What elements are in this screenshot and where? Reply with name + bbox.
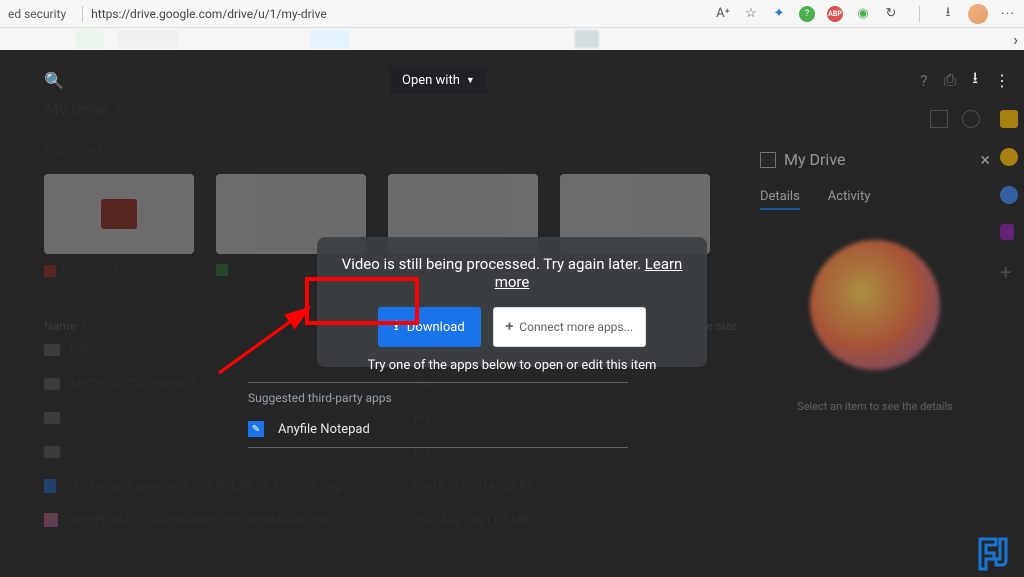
security-label: ed security xyxy=(8,7,66,21)
drive-icon xyxy=(760,152,776,168)
browser-address-bar: ed security https://drive.google.com/dri… xyxy=(0,0,1024,28)
add-app-icon[interactable]: + xyxy=(1000,260,1018,278)
tab-activity[interactable]: Activity xyxy=(828,189,871,210)
refresh-icon[interactable]: ↻ xyxy=(883,6,899,22)
panel-title: My Drive xyxy=(784,150,845,169)
divider xyxy=(82,6,83,22)
breadcrumb: My Drive ▾ xyxy=(44,100,1000,120)
image-icon xyxy=(44,513,58,527)
folder-icon xyxy=(44,378,60,390)
open-with-button[interactable]: Open with ▼ xyxy=(390,67,487,94)
table-row[interactable]: 385FEE04-B2C0-4760-ABEE-23525B5E4008D.jp… xyxy=(44,503,1000,537)
caret-down-icon: ▼ xyxy=(466,75,475,86)
extension-icon[interactable]: ◉ xyxy=(855,6,871,22)
preview-toolbar: 🔍 Open with ▼ ? ⎙ ⭳ ⋮ xyxy=(0,60,1024,100)
table-row[interactable]: 125 kva amf panel with DSE RELAY 15-10-2… xyxy=(44,469,1000,503)
profile-avatar[interactable] xyxy=(968,4,988,24)
keep-app-icon[interactable] xyxy=(1000,148,1018,166)
scroll-tabs-icon[interactable]: › xyxy=(1013,30,1018,49)
connect-apps-button[interactable]: + Connect more apps... xyxy=(493,307,646,347)
download-icon[interactable]: ⭳ xyxy=(940,6,956,22)
browser-actions: A⁺ ☆ ✦ ? ABP ◉ ↻ ⭳ ··· xyxy=(715,4,1016,24)
app-row[interactable]: ✎ Anyfile Notepad xyxy=(248,413,628,448)
file-icon xyxy=(44,265,56,277)
tasks-app-icon[interactable] xyxy=(1000,186,1018,204)
divider xyxy=(919,6,920,22)
app-name: Anyfile Notepad xyxy=(278,422,370,437)
file-icon xyxy=(216,264,228,276)
modal-message: Video is still being processed. Try agai… xyxy=(341,255,683,291)
extension-icon[interactable]: ✦ xyxy=(771,6,787,22)
extension-icon[interactable]: ? xyxy=(799,6,815,22)
folder-icon xyxy=(44,446,60,458)
folder-icon xyxy=(44,412,60,424)
view-toggle[interactable] xyxy=(930,110,980,128)
tab-strip: › xyxy=(0,28,1024,50)
details-empty-msg: Select an item to see the details xyxy=(760,400,990,413)
download-icon[interactable]: ⭳ xyxy=(972,67,978,94)
favorite-icon[interactable]: ☆ xyxy=(743,6,759,22)
folder-icon xyxy=(44,344,60,356)
plus-icon: + xyxy=(506,319,514,335)
download-icon: ⭳ xyxy=(394,315,399,339)
try-apps-message: Try one of the apps below to open or edi… xyxy=(368,358,657,373)
help-icon[interactable]: ? xyxy=(920,71,928,90)
read-aloud-icon[interactable]: A⁺ xyxy=(715,6,731,22)
close-icon[interactable]: × xyxy=(980,150,990,171)
contacts-app-icon[interactable] xyxy=(1000,224,1014,240)
open-with-label: Open with xyxy=(402,73,460,88)
tab-details[interactable]: Details xyxy=(760,189,800,210)
print-icon[interactable]: ⎙ xyxy=(944,70,957,90)
details-illustration xyxy=(810,240,940,370)
adblock-icon[interactable]: ABP xyxy=(827,6,843,22)
details-panel: My Drive × Details Activity Select an it… xyxy=(760,150,990,413)
anyfile-icon: ✎ xyxy=(248,421,264,437)
calendar-app-icon[interactable] xyxy=(1000,110,1018,128)
download-button[interactable]: ⭳ Download xyxy=(378,307,481,347)
processing-modal: Video is still being processed. Try agai… xyxy=(317,237,707,367)
file-icon xyxy=(44,479,56,493)
video-icon xyxy=(101,199,137,229)
url-text[interactable]: https://drive.google.com/drive/u/1/my-dr… xyxy=(91,7,715,21)
suggested-apps: Suggested third-party apps ✎ Anyfile Not… xyxy=(248,382,628,448)
search-icon[interactable]: 🔍 xyxy=(44,71,64,90)
side-apps: + xyxy=(1000,110,1018,278)
more-vert-icon[interactable]: ⋮ xyxy=(994,71,1010,90)
watermark-logo xyxy=(976,535,1018,571)
more-icon[interactable]: ··· xyxy=(1000,6,1016,22)
suggested-apps-label: Suggested third-party apps xyxy=(248,382,628,413)
